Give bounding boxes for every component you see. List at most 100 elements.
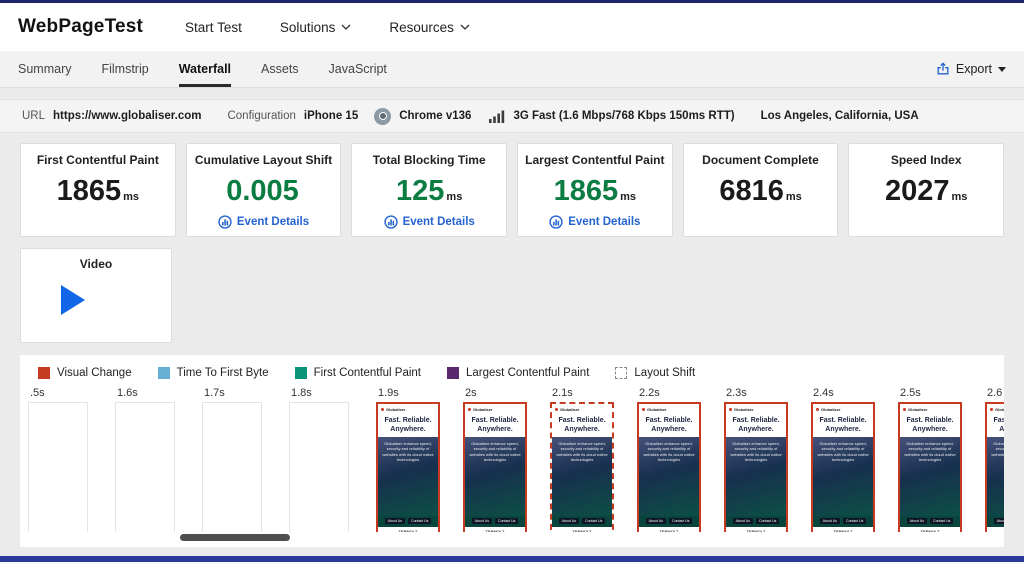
metric-value-row: 2027 ms — [885, 175, 967, 208]
event-details-label: Event Details — [402, 216, 475, 228]
thumb-headline: Fast. Reliable. Anywhere. — [726, 414, 786, 437]
frame-time-label: 1.6s — [117, 387, 138, 399]
filmstrip-frame: .5s — [28, 387, 115, 532]
metric-unit: ms — [785, 191, 802, 203]
event-details-link[interactable]: Event Details — [549, 215, 640, 229]
legend-item: First Contentful Paint — [294, 367, 422, 379]
thumb-contact-button: Contact Us — [930, 518, 954, 524]
thumb-footer: TERMOLT — [639, 527, 699, 532]
thumb-site-header: Globaliser — [465, 404, 525, 414]
frame-thumbnail[interactable]: Globaliser Fast. Reliable. Anywhere. Glo… — [724, 402, 788, 532]
metric-label: Document Complete — [702, 153, 819, 167]
event-details-label: Event Details — [236, 216, 310, 228]
frame-thumbnail[interactable] — [115, 402, 175, 532]
legend-item: Visual Change — [38, 367, 132, 379]
frame-thumbnail[interactable]: Globaliser Fast. Reliable. Anywhere. Glo… — [637, 402, 701, 532]
thumb-logo-dot-icon — [642, 407, 645, 411]
thumb-logo-dot-icon — [381, 407, 384, 411]
frame-thumbnail[interactable] — [202, 402, 262, 532]
frame-thumbnail[interactable]: Globaliser Fast. Reliable. Anywhere. Glo… — [811, 402, 875, 532]
thumb-logo-dot-icon — [990, 407, 993, 411]
metric-unit: ms — [446, 191, 463, 203]
frame-time-label: 1.9s — [378, 387, 399, 399]
thumb-about-button: About Us — [471, 518, 493, 524]
video-card[interactable]: Video — [20, 248, 172, 343]
nav-start-test[interactable]: Start Test — [185, 20, 242, 35]
thumb-headline: Fast. Reliable. Anywhere. — [987, 414, 1004, 437]
frame-thumbnail[interactable]: Globaliser Fast. Reliable. Anywhere. Glo… — [463, 402, 527, 532]
export-button[interactable]: Export — [936, 51, 1006, 87]
metric-value-row: 0.005 — [226, 175, 301, 208]
tab-filmstrip[interactable]: Filmstrip — [101, 51, 148, 87]
logo[interactable]: WebPageTest — [18, 16, 143, 38]
test-url[interactable]: https://www.globaliser.com — [53, 110, 201, 122]
frame-thumbnail[interactable]: Globaliser Fast. Reliable. Anywhere. Glo… — [550, 402, 614, 532]
thumb-contact-button: Contact Us — [495, 518, 519, 524]
thumb-site-header: Globaliser — [378, 404, 438, 414]
filmstrip-frame: 2s Globaliser Fast. Reliable. Anywhere. … — [463, 387, 550, 532]
thumb-site-header: Globaliser — [813, 404, 873, 414]
nav-solutions[interactable]: Solutions — [280, 20, 352, 35]
thumb-site-header: Globaliser — [987, 404, 1004, 414]
thumb-contact-button: Contact Us — [669, 518, 693, 524]
metric-unit: ms — [951, 191, 968, 203]
tab-javascript[interactable]: JavaScript — [329, 51, 387, 87]
frame-time-label: 2.6 — [987, 387, 1003, 399]
frame-thumbnail[interactable]: Globaliser Fast. Reliable. Anywhere. Glo… — [376, 402, 440, 532]
legend-label: Largest Contentful Paint — [466, 367, 590, 379]
event-details-link[interactable]: Event Details — [383, 215, 475, 229]
nav-resources[interactable]: Resources — [389, 20, 470, 35]
thumb-site-header: Globaliser — [900, 404, 960, 414]
metric-value-row: 125 ms — [396, 175, 462, 208]
legend-label: Visual Change — [57, 367, 132, 379]
metric-unit: ms — [620, 191, 637, 203]
thumb-footer: TERMOLT — [813, 527, 873, 532]
thumb-buttons: About Us Contact Us — [726, 516, 786, 527]
tab-summary[interactable]: Summary — [18, 51, 71, 87]
frame-thumbnail[interactable] — [289, 402, 349, 532]
metric-value: 6816 — [719, 175, 784, 207]
thumb-brand: Globaliser — [734, 406, 754, 412]
metric-card: First Contentful Paint 1865 ms — [20, 143, 176, 237]
legend-item: Time To First Byte — [157, 367, 269, 379]
thumb-about-button: About Us — [732, 518, 754, 524]
tab-assets[interactable]: Assets — [261, 51, 299, 87]
frame-thumbnail[interactable] — [28, 402, 88, 532]
tab-bar: Summary Filmstrip Waterfall Assets JavaScrip… — [0, 51, 1024, 88]
thumb-body-text: Globaliser enhance speed, security and r… — [639, 436, 699, 516]
thumb-about-button: About Us — [645, 518, 667, 524]
device-name: iPhone 15 — [303, 110, 359, 122]
legend-label: First Contentful Paint — [313, 367, 422, 379]
frame-thumbnail[interactable]: Globaliser Fast. Reliable. Anywhere. Glo… — [898, 402, 962, 532]
metric-value: 1865 — [553, 175, 619, 207]
horizontal-scrollbar[interactable] — [30, 533, 994, 541]
legend-swatch — [157, 367, 170, 379]
thumb-body-text: Globaliser enhance speed, security and r… — [726, 436, 786, 516]
frame-time-label: 2.3s — [726, 387, 747, 399]
test-info-bar: URL https://www.globaliser.com Configura… — [0, 99, 1024, 133]
thumb-brand: Globaliser — [908, 406, 928, 412]
main-nav: Start Test Solutions Resources — [185, 20, 470, 35]
event-details-link[interactable]: Event Details — [218, 215, 309, 229]
bottom-accent-bar — [0, 556, 1024, 562]
export-icon — [937, 62, 949, 75]
thumb-about-button: About Us — [558, 518, 580, 524]
frame-time-label: 1.8s — [291, 387, 312, 399]
frame-time-label: 2.2s — [639, 387, 660, 399]
chevron-down-icon — [341, 24, 351, 30]
filmstrip-frame: 1.9s Globaliser Fast. Reliable. Anywhere… — [376, 387, 463, 532]
frame-thumbnail[interactable]: Globaliser Fast. Reliable. Anywhere. Glo… — [985, 402, 1004, 532]
tab-waterfall[interactable]: Waterfall — [178, 51, 232, 87]
nav-label: Resources — [389, 19, 454, 35]
thumb-footer: TERMOLT — [987, 527, 1004, 532]
thumb-contact-button: Contact Us — [843, 518, 867, 524]
metric-value: 125 — [396, 175, 445, 207]
metric-value-row: 6816 ms — [719, 175, 801, 208]
scrollbar-thumb[interactable] — [180, 533, 290, 541]
thumb-contact-button: Contact Us — [756, 518, 780, 524]
tab-label: Filmstrip — [101, 62, 149, 76]
filmstrip-panel: Visual Change Time To First Byte First C… — [20, 355, 1004, 547]
play-icon[interactable] — [61, 285, 85, 315]
legend-swatch — [294, 367, 307, 379]
filmstrip-frame: 2.4s Globaliser Fast. Reliable. Anywhere… — [811, 387, 898, 532]
